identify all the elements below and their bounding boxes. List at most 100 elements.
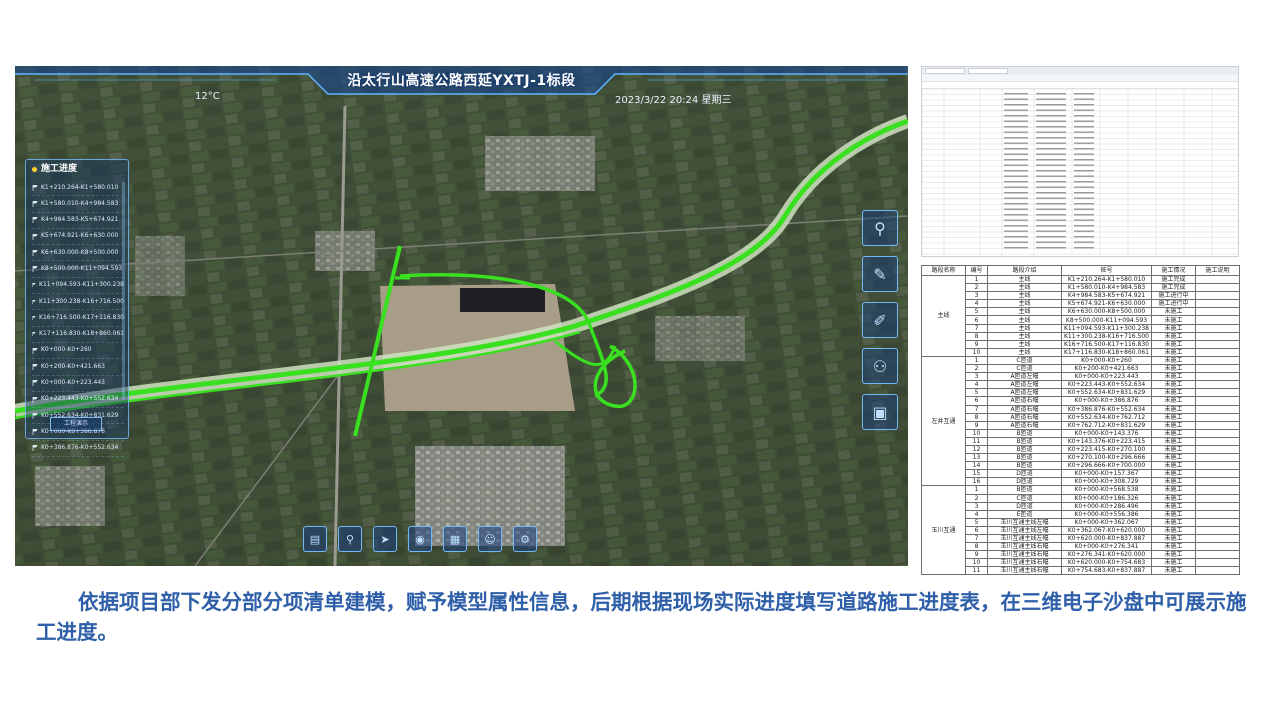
construction-status: 施工完成 [1151, 274, 1196, 285]
table-row: 9 玉川互通主线右幅 K0+276.341-K0+620.000 未施工 [922, 550, 1240, 560]
segment-description: 主线 [987, 331, 1062, 341]
progress-list-item[interactable]: K11+300.238-K16+716.500 [32, 294, 124, 311]
user-button[interactable]: ☺ [478, 526, 502, 552]
folder-button[interactable]: ▦ [443, 526, 467, 552]
row-number: 6 [965, 396, 988, 406]
segment-group-name: 玉川互通 [921, 485, 966, 576]
construction-status: 未施工 [1151, 550, 1196, 560]
table-row: 2 C匝道 K0+000-K0+186.326 未施工 [922, 493, 1240, 503]
progress-list-item[interactable]: K0+386.876-K0+552.634 [32, 441, 124, 458]
construction-note [1195, 388, 1240, 398]
station-range: K0+200-K0+421.663 [1061, 364, 1152, 374]
station-range: K1+580.010-K4+984.583 [1061, 283, 1152, 293]
segment-description: A匝道右幅 [987, 404, 1062, 414]
bottom-toolbar: ▤ ⚲ ➤ ◉ ▦ ☺ ⚙ [303, 526, 537, 552]
progress-list-item[interactable]: K1+580.010-K4+984.583 [32, 196, 124, 213]
table-row: 10 B匝道 K0+000-K0+143.376 未施工 [922, 428, 1240, 438]
progress-panel-title: 施工进度 [41, 164, 78, 174]
camera-button[interactable]: ◉ [408, 526, 432, 552]
station-range: K0+223.443-K0+552.634 [1061, 380, 1152, 390]
construction-status: 未施工 [1151, 323, 1196, 333]
progress-list-item[interactable]: K17+116.830-K18+860.061 [32, 327, 124, 343]
pencil-button[interactable]: ✎ [862, 256, 898, 292]
row-number: 10 [965, 428, 988, 438]
table-row: 15 D匝道 K0+000-K0+157.367 未施工 [922, 469, 1240, 479]
progress-list-item[interactable]: K4+984.583-K5+674.921 [32, 213, 124, 229]
construction-status: 未施工 [1151, 364, 1196, 374]
navigation-button[interactable]: ➤ [373, 526, 397, 552]
progress-list-item[interactable]: K5+674.921-K6+630.000 [32, 229, 124, 246]
progress-list-item[interactable]: K16+716.500-K17+116.830 [32, 310, 124, 327]
progress-item-label: K0+386.876-K0+552.634 [41, 444, 119, 452]
people-button[interactable]: ⚇ [862, 348, 898, 384]
construction-note [1195, 501, 1240, 511]
progress-list-item[interactable]: K0+223.443-K0+552.634 [32, 392, 124, 409]
pin-button[interactable]: ⚲ [338, 526, 362, 552]
pencil-icon: ✎ [873, 264, 887, 284]
column-header: 编号 [965, 265, 988, 276]
construction-status: 未施工 [1151, 444, 1196, 455]
construction-status: 未施工 [1151, 380, 1196, 390]
progress-list-item[interactable]: K1+210.264-K1+580.010 [32, 180, 124, 197]
progress-list-item[interactable]: K6+630.000-K8+500.000 [32, 245, 124, 262]
datetime-readout: 2023/3/22 20:24 星期三 [615, 95, 732, 106]
progress-item-label: K17+116.830-K18+860.061 [39, 330, 124, 338]
settings-button[interactable]: ⚙ [513, 526, 537, 552]
construction-note [1195, 469, 1240, 479]
progress-item-label: K0+000-K0+223.443 [41, 379, 105, 387]
row-number: 7 [965, 323, 988, 333]
table-row: 9 主线 K16+716.500-K17+116.830 未施工 [922, 339, 1240, 349]
table-row: 14 B匝道 K0+296.666-K0+700.000 未施工 [922, 461, 1240, 471]
progress-item-label: K0+223.443-K0+552.634 [41, 395, 119, 403]
progress-list-item[interactable]: K0+000-K0+223.443 [32, 376, 124, 392]
edit-button[interactable]: ✐ [862, 302, 898, 338]
progress-list-item[interactable]: K11+094.593-K11+300.238 [32, 278, 124, 295]
pin-icon: ⚲ [345, 532, 355, 546]
progress-list-item[interactable]: K0+000-K0+260 [32, 343, 124, 360]
3d-sandbox-view[interactable]: 沿太行山高速公路西延YXTJ-1标段 12°C 2023/3/22 20:24 … [15, 66, 908, 566]
row-number: 7 [965, 533, 988, 544]
flag-icon [32, 396, 38, 403]
progress-scrollbar[interactable] [122, 182, 125, 400]
monitor-button[interactable]: ▤ [303, 526, 327, 552]
image-icon: ▣ [872, 402, 888, 422]
construction-note [1195, 404, 1240, 414]
construction-status: 未施工 [1151, 315, 1196, 325]
progress-list-item[interactable]: K8+500.000-K11+094.593 [32, 261, 124, 278]
segment-description: A匝道右幅 [987, 412, 1062, 422]
construction-note [1195, 347, 1240, 357]
flag-icon [32, 380, 38, 387]
progress-item-label: K1+580.010-K4+984.583 [41, 199, 119, 207]
row-number: 10 [965, 558, 988, 568]
construction-status: 未施工 [1151, 525, 1196, 536]
segment-description: 主线 [987, 299, 1062, 309]
table-row: 9 A匝道右幅 K0+762.712-K0+831.629 未施工 [922, 420, 1240, 430]
table-row: 11 B匝道 K0+143.376-K0+223.415 未施工 [922, 436, 1240, 446]
row-number: 4 [965, 509, 988, 519]
table-row: 5 A匝道左幅 K0+552.634-K0+831.629 未施工 [922, 388, 1240, 398]
station-range: K0+000-K0+260 [1061, 355, 1152, 366]
construction-status: 未施工 [1151, 436, 1196, 446]
flag-icon [32, 316, 36, 321]
progress-list: K1+210.264-K1+580.010 K1+580.010-K4+984.5… [26, 178, 128, 458]
flag-icon [32, 217, 38, 224]
row-number: 9 [965, 339, 988, 349]
construction-note [1195, 542, 1240, 552]
construction-note [1195, 517, 1240, 527]
row-number: 9 [965, 550, 988, 560]
station-range: K1+210.264-K1+580.010 [1061, 274, 1152, 285]
progress-panel-header: 施工进度 [26, 160, 128, 178]
row-number: 14 [965, 461, 988, 471]
progress-list-item[interactable]: K0+200-K0+421.663 [32, 359, 124, 376]
demo-button[interactable]: 工程演示 [50, 417, 102, 431]
segment-description: A匝道左幅 [987, 380, 1062, 390]
table-row: 2 主线 K1+580.010-K4+984.583 施工完成 [922, 283, 1240, 293]
construction-status: 未施工 [1151, 469, 1196, 479]
road-progress-table: 路段名称 编号 路段介绍 桩号 施工情况 施工说明 主线 1 主线 K1+210.264-K1+… [921, 265, 1240, 576]
image-button[interactable]: ▣ [862, 394, 898, 430]
station-range: K0+552.634-K0+762.712 [1061, 412, 1152, 422]
segment-description: A匝道右幅 [987, 420, 1062, 430]
location-button[interactable]: ⚲ [862, 210, 898, 246]
construction-status: 施工进行中 [1151, 299, 1196, 309]
station-range: K0+552.634-K0+831.629 [1061, 388, 1152, 398]
